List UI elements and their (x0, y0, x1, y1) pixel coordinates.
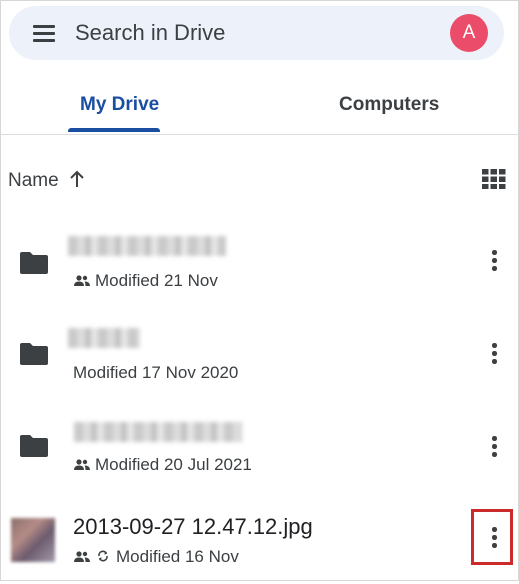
highlight-box (471, 509, 513, 565)
folder-icon (20, 343, 48, 365)
account-avatar[interactable]: A (450, 14, 488, 52)
grid-view-icon[interactable] (482, 169, 506, 189)
sort-name-button[interactable]: Name (8, 170, 59, 192)
shared-people-icon (74, 275, 90, 286)
redacted-file-name (74, 422, 242, 442)
folder-icon (20, 435, 48, 457)
more-options-button[interactable] (490, 343, 498, 369)
tab-computers[interactable]: Computers (339, 94, 439, 116)
arrow-up-icon[interactable] (68, 169, 86, 189)
shared-people-icon (74, 459, 90, 470)
tab-bar: My Drive Computers (0, 70, 519, 135)
file-row[interactable]: 2013-09-27 12.47.12.jpg Modified 16 Nov (0, 496, 519, 584)
modified-date: Modified 21 Nov (95, 271, 218, 290)
redacted-file-name (68, 236, 226, 256)
more-options-button[interactable] (490, 250, 498, 276)
tab-my-drive[interactable]: My Drive (80, 94, 159, 116)
shared-people-icon (74, 551, 90, 562)
search-input[interactable]: Search in Drive (75, 18, 225, 48)
sort-bar: Name (0, 160, 519, 200)
redacted-file-name (68, 328, 140, 348)
modified-date: Modified 20 Jul 2021 (95, 455, 252, 474)
file-name: 2013-09-27 12.47.12.jpg (73, 514, 313, 539)
modified-date: Modified 17 Nov 2020 (73, 363, 239, 382)
more-options-button[interactable] (490, 436, 498, 462)
search-bar[interactable]: Search in Drive A (9, 6, 504, 60)
modified-date: Modified 16 Nov (116, 547, 239, 566)
file-row[interactable]: Modified 20 Jul 2021 (0, 404, 519, 492)
file-row[interactable]: Modified 21 Nov (0, 220, 519, 308)
active-tab-indicator (68, 128, 160, 132)
sync-icon (98, 550, 108, 562)
file-row[interactable]: Modified 17 Nov 2020 (0, 312, 519, 400)
folder-icon (20, 252, 48, 274)
hamburger-menu-icon[interactable] (31, 22, 59, 44)
